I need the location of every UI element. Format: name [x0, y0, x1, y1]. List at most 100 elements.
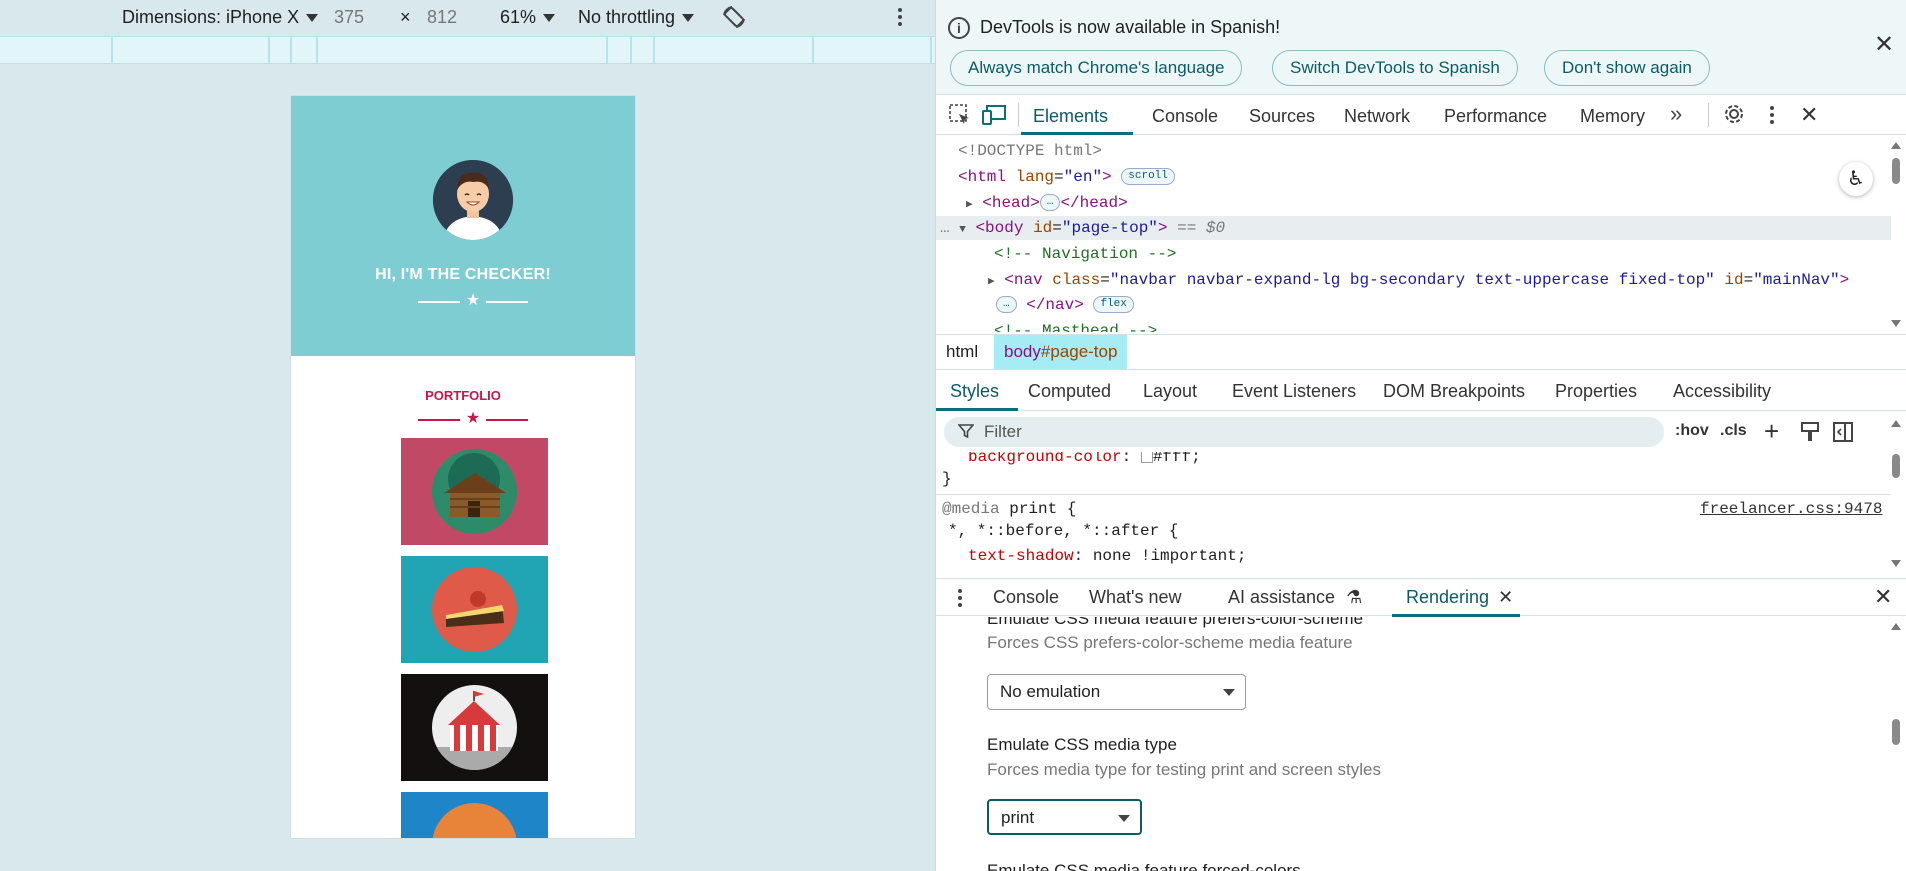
avatar [433, 160, 513, 240]
drawer-tab-console[interactable]: Console [993, 587, 1059, 608]
portfolio-item-game[interactable] [401, 792, 548, 838]
tab-layout[interactable]: Layout [1143, 381, 1197, 402]
css-source-link[interactable]: freelancer.css:9478 [1700, 498, 1882, 520]
rendering-scrollbar[interactable] [1892, 719, 1900, 745]
accessibility-icon[interactable]: ♿ [1839, 162, 1873, 196]
expand-triangle-icon[interactable]: ▶ [966, 199, 973, 211]
rotate-icon[interactable] [720, 3, 748, 36]
dom-comment-masthead[interactable]: <!-- Masthead --> [994, 320, 1157, 332]
css-media-rule[interactable]: @media print { [942, 498, 1076, 520]
device-height-input[interactable]: 812 [427, 5, 457, 29]
breadcrumb-html[interactable]: html [936, 335, 988, 369]
tab-sources[interactable]: Sources [1249, 106, 1315, 127]
dom-nav-node[interactable]: ▶ <nav class="navbar navbar-expand-lg bg… [988, 269, 1849, 291]
close-icon[interactable]: ✕ [1874, 33, 1894, 57]
tab-dom-breakpoints[interactable]: DOM Breakpoints [1383, 381, 1525, 402]
dom-tree[interactable]: <!DOCTYPE html> <html lang="en"> scroll … [936, 136, 1906, 332]
dom-nav-close[interactable]: … </nav> flex [996, 294, 1134, 316]
scroll-badge[interactable]: scroll [1121, 168, 1175, 186]
collapse-triangle-icon[interactable]: ▼ [959, 224, 966, 236]
cake-icon [432, 567, 517, 652]
device-width-input[interactable]: 375 [334, 5, 364, 29]
kebab-menu-icon[interactable] [1768, 103, 1776, 132]
toggle-sidebar-icon[interactable] [1832, 421, 1854, 448]
device-more-icon[interactable] [896, 5, 904, 34]
flex-badge[interactable]: flex [1093, 296, 1134, 314]
tab-memory[interactable]: Memory [1580, 106, 1645, 127]
media-query-ruler[interactable] [0, 36, 935, 64]
always-match-language-button[interactable]: Always match Chrome's language [950, 50, 1243, 86]
portfolio-item-cabin[interactable] [401, 438, 548, 545]
dom-head-node[interactable]: ▶ <head>… </head> [966, 192, 1128, 214]
tab-event-listeners[interactable]: Event Listeners [1232, 381, 1356, 402]
tab-performance[interactable]: Performance [1444, 106, 1547, 127]
dom-comment-navigation[interactable]: <!-- Navigation --> [994, 243, 1176, 265]
switch-to-spanish-button[interactable]: Switch DevTools to Spanish [1272, 50, 1518, 86]
device-toggle-icon[interactable] [982, 103, 1008, 132]
color-swatch[interactable] [1140, 452, 1153, 463]
cls-toggle[interactable]: .cls [1720, 422, 1747, 440]
tab-elements[interactable]: Elements [1033, 106, 1108, 127]
tab-computed[interactable]: Computed [1028, 381, 1111, 402]
flask-icon: ⚗ [1346, 587, 1363, 607]
emulated-page-viewport[interactable]: HI, I'M THE CHECKER! ★ PORTFOLIO ★ [291, 96, 635, 838]
drawer-tab-rendering[interactable]: Rendering ✕ [1406, 587, 1513, 608]
filter-icon [957, 423, 975, 444]
close-drawer-icon[interactable]: ✕ [1874, 585, 1892, 609]
expand-triangle-icon[interactable]: ▶ [988, 276, 995, 288]
css-selector[interactable]: *, *::before, *::after { [948, 520, 1178, 542]
scroll-up-icon[interactable] [1891, 142, 1901, 149]
forced-colors-title: Emulate CSS media feature forced-colors [987, 861, 1301, 871]
portfolio-item-circus[interactable] [401, 674, 548, 781]
css-text-shadow-decl[interactable]: text-shadow: none !important; [968, 545, 1246, 567]
css-rules-pane[interactable]: background-color: #fff; } @media print {… [936, 452, 1906, 572]
paint-brush-icon[interactable] [1800, 421, 1820, 448]
css-background-color-decl[interactable]: background-color: #fff; [968, 452, 1201, 468]
tab-styles[interactable]: Styles [950, 381, 999, 402]
css-close-brace: } [942, 470, 952, 488]
dom-doctype[interactable]: <!DOCTYPE html> [958, 140, 1102, 162]
close-devtools-icon[interactable]: ✕ [1800, 103, 1818, 127]
drawer-tab-whats-new[interactable]: What's new [1089, 587, 1181, 608]
star-icon: ★ [465, 410, 481, 427]
infobar-message: DevTools is now available in Spanish! [980, 17, 1281, 37]
close-tab-icon[interactable]: ✕ [1498, 587, 1513, 607]
dont-show-again-button[interactable]: Don't show again [1544, 50, 1710, 86]
portfolio-item-cake[interactable] [401, 556, 548, 663]
tab-properties[interactable]: Properties [1555, 381, 1637, 402]
filter-placeholder: Filter [984, 422, 1022, 441]
more-tabs-icon[interactable]: » [1670, 101, 1682, 127]
scroll-down-icon[interactable] [1891, 320, 1901, 327]
portfolio-divider: ★ [418, 410, 528, 428]
drawer-tab-ai-assistance[interactable]: AI assistance ⚗ [1228, 587, 1362, 608]
settings-gear-icon[interactable] [1722, 102, 1746, 131]
new-rule-plus-icon[interactable]: + [1764, 416, 1779, 447]
device-dimensions-dropdown[interactable]: Dimensions: iPhone X [122, 5, 318, 29]
throttling-dropdown[interactable]: No throttling [578, 5, 694, 29]
tab-network[interactable]: Network [1344, 106, 1410, 127]
hov-toggle[interactable]: :hov [1675, 422, 1709, 440]
inspect-element-icon[interactable] [948, 103, 972, 132]
prefers-color-scheme-desc: Forces CSS prefers-color-scheme media fe… [987, 633, 1353, 652]
rendering-panel: Emulate CSS media feature prefers-color-… [936, 617, 1906, 871]
media-type-select[interactable]: print [987, 799, 1142, 835]
devtools-panel: i DevTools is now available in Spanish! … [935, 0, 1906, 871]
dom-scrollbar[interactable] [1892, 158, 1900, 184]
dom-body-node[interactable]: … ▼ <body id="page-top"> == $0 [940, 217, 1225, 239]
tab-console[interactable]: Console [1152, 106, 1218, 127]
tab-accessibility[interactable]: Accessibility [1673, 381, 1771, 402]
breadcrumb: html body#page-top [936, 334, 1906, 370]
drawer-menu-icon[interactable] [956, 586, 964, 615]
times-sign: × [400, 7, 411, 27]
language-infobar: i DevTools is now available in Spanish! … [936, 0, 1906, 95]
css-scrollbar[interactable] [1892, 454, 1900, 478]
device-emulation-pane: Dimensions: iPhone X 375 × 812 61% No th… [0, 0, 935, 871]
game-controller-icon [432, 803, 517, 838]
dom-html-node[interactable]: <html lang="en"> scroll [958, 166, 1175, 188]
prefers-color-scheme-select[interactable]: No emulation [987, 674, 1246, 710]
zoom-dropdown[interactable]: 61% [500, 5, 555, 29]
portfolio-heading: PORTFOLIO [425, 388, 501, 403]
breadcrumb-body[interactable]: body#page-top [994, 335, 1128, 369]
filter-input[interactable]: Filter [944, 417, 1664, 447]
cabin-icon [432, 449, 517, 534]
